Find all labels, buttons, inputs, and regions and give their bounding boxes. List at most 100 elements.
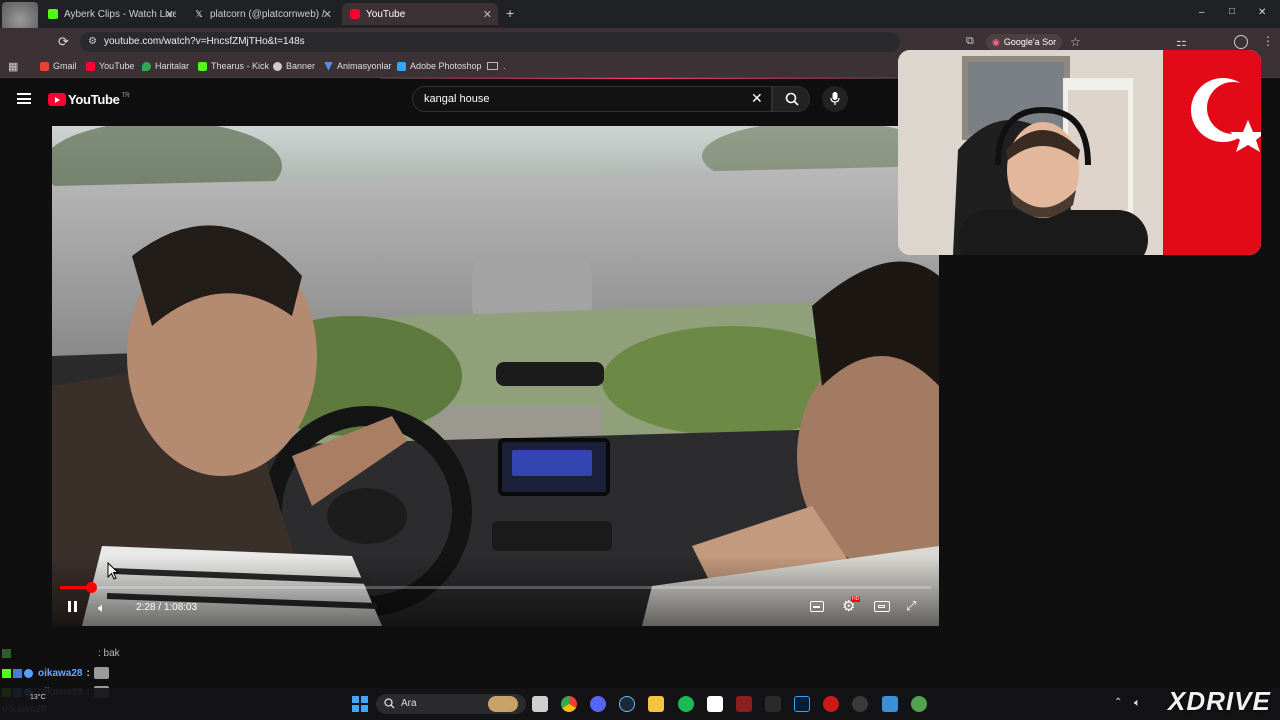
chat-message: oikawa28 : (2, 667, 109, 679)
progress-track[interactable] (60, 582, 931, 593)
settings-button[interactable]: ⚙ HD (842, 596, 861, 615)
cast-icon[interactable]: ⧉ (966, 35, 974, 48)
controls-gradient (52, 556, 939, 626)
file-explorer-icon[interactable] (648, 696, 664, 712)
kick-icon (48, 9, 58, 19)
bookmark-folder[interactable]: . (487, 61, 506, 71)
tray-chevron-icon[interactable]: ⌃ (1114, 697, 1122, 708)
bookmark-haritalar[interactable]: Haritalar (142, 61, 189, 71)
time-separator: / (155, 602, 164, 613)
google-lens-button[interactable]: ◉ Google'a Sor (986, 34, 1063, 50)
site-info-icon[interactable]: ⚙ (88, 36, 97, 47)
close-tab-icon[interactable]: ✕ (323, 8, 332, 21)
minimize-button[interactable]: – (1199, 7, 1205, 18)
maximize-button[interactable]: □ (1229, 6, 1235, 17)
windows-taskbar (0, 688, 1280, 720)
obs-taskbar-icon[interactable] (852, 696, 868, 712)
reload-icon[interactable]: ⟳ (58, 34, 69, 50)
maps-pin-icon (142, 61, 151, 71)
record-app-icon[interactable] (823, 696, 839, 712)
address-bar[interactable]: ⚙ youtube.com/watch?v=HncsfZMjTHo&t=148s… (80, 32, 974, 52)
profile-icon[interactable] (1234, 35, 1248, 49)
hamburger-middle-bar (17, 97, 31, 100)
gmail-icon (40, 61, 49, 71)
volume-button[interactable]: 🔈︎ (98, 600, 106, 616)
weather-widget[interactable]: 13°C (30, 694, 46, 701)
new-tab-button[interactable]: + (506, 5, 514, 21)
pause-icon-bar (74, 601, 77, 612)
bookmark-youtube[interactable]: YouTube (86, 61, 134, 71)
bookmark-star-icon[interactable]: ☆ (1070, 35, 1081, 49)
taskbar-search-box[interactable]: Ara (376, 694, 526, 714)
youtube-icon (86, 61, 95, 71)
infotainment-ui (512, 450, 592, 476)
kick-badge-icon (2, 668, 11, 678)
browser-menu-icon[interactable]: ⋮ (1262, 34, 1274, 48)
app-taskbar-icon[interactable] (911, 696, 927, 712)
kick-icon (198, 61, 207, 71)
steering-hub (327, 488, 407, 544)
theater-mode-button[interactable] (874, 601, 890, 612)
search-icon (785, 92, 799, 106)
search-input[interactable]: kangal house ✕ (412, 86, 772, 112)
tab-ayberk-clips[interactable]: Ayberk Clips - Watch Live on Ki ✕ (40, 3, 180, 25)
verified-badge-icon (13, 668, 22, 678)
kick-badge-icon (2, 649, 11, 658)
chat-text: : (86, 667, 90, 679)
hamburger-menu-icon[interactable] (17, 93, 31, 104)
flag-crescent-inner (1207, 82, 1259, 134)
extensions-icon[interactable]: ⚏ (1176, 35, 1187, 49)
tab-youtube[interactable]: YouTube ✕ (342, 3, 498, 25)
cat-emote-icon (93, 667, 109, 679)
bookmark-animasyonlar[interactable]: Animasyonlar (324, 61, 392, 71)
app-taskbar-icon[interactable] (882, 696, 898, 712)
tab-platcorn-x[interactable]: 𝕏 platcorn (@platcornweb) / X ✕ (186, 3, 338, 25)
bookmark-thearus-kick[interactable]: Thearus - Kick (198, 61, 269, 71)
brand-watermark: XDRIVE (1168, 686, 1271, 716)
close-tab-icon[interactable]: ✕ (483, 8, 492, 21)
steam-taskbar-icon[interactable] (619, 696, 635, 712)
microphone-icon (830, 92, 840, 105)
search-button[interactable] (772, 86, 810, 112)
epic-games-icon[interactable] (765, 696, 781, 712)
chat-message: : bak (2, 648, 120, 659)
search-query-text: kangal house (424, 93, 490, 105)
chrome-taskbar-icon[interactable] (561, 696, 577, 712)
tray-volume-icon[interactable]: 🔈︎ (1134, 697, 1141, 710)
bookmark-adobe-photoshop[interactable]: Adobe Photoshop (397, 61, 482, 71)
bookmark-banner[interactable]: Banner (273, 61, 315, 71)
fullscreen-icon: ⤢ (906, 598, 917, 613)
pause-icon (68, 601, 71, 612)
app-taskbar-icon[interactable] (707, 696, 723, 712)
discord-taskbar-icon[interactable] (590, 696, 606, 712)
close-tab-icon[interactable]: ✕ (165, 8, 174, 21)
climate-controls (492, 521, 612, 551)
photoshop-icon (397, 61, 406, 71)
photoshop-taskbar-icon[interactable] (794, 696, 810, 712)
video-player[interactable]: 🔈︎ 2:28 / 1:08:03 ⚙ HD ⤢ (52, 126, 939, 626)
youtube-logo[interactable]: YouTube TR (48, 92, 130, 107)
windows-logo-icon (352, 696, 368, 712)
voice-search-button[interactable] (822, 86, 848, 112)
fullscreen-button[interactable]: ⤢ (906, 598, 916, 614)
theater-icon (878, 604, 885, 608)
youtube-icon (350, 9, 360, 19)
streamer-torso (958, 210, 1148, 255)
apps-grid-icon[interactable]: ▦ (8, 60, 18, 73)
folder-icon (487, 62, 498, 70)
lens-icon: ◉ (992, 36, 1000, 47)
task-view-icon[interactable] (532, 696, 548, 712)
subtitles-button[interactable] (810, 601, 824, 612)
voicemeeter-taskbar-icon[interactable] (736, 696, 752, 712)
close-window-button[interactable]: ✕ (1258, 7, 1266, 18)
bookmark-gmail[interactable]: Gmail (40, 61, 77, 71)
volume-icon: 🔈︎ (98, 600, 106, 615)
pause-button[interactable] (66, 600, 80, 614)
clear-search-icon[interactable]: ✕ (751, 90, 763, 107)
triangle-icon (324, 61, 333, 71)
hd-badge: HD (851, 596, 861, 602)
x-logo-icon: 𝕏 (195, 9, 203, 19)
spotify-taskbar-icon[interactable] (678, 696, 694, 712)
start-button[interactable] (352, 696, 368, 712)
subtitles-icon (813, 606, 820, 608)
